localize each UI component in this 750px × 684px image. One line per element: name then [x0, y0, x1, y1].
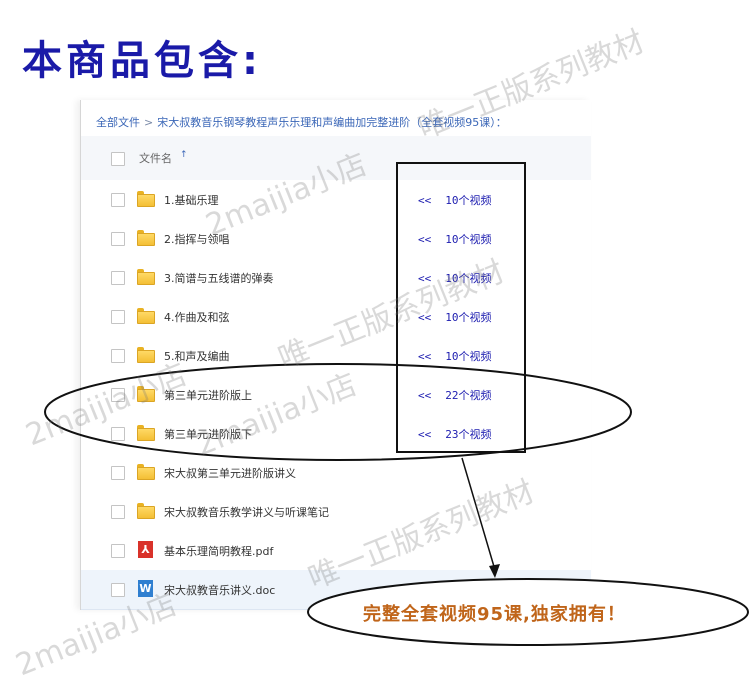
row-checkbox[interactable]: [111, 388, 125, 402]
file-name[interactable]: 宋大叔教音乐讲义.doc: [164, 582, 275, 598]
select-all-checkbox[interactable]: [111, 152, 125, 166]
breadcrumb-current: 宋大叔教音乐钢琴教程声乐乐理和声编曲加完整进阶（全套视频95课）：: [157, 116, 507, 129]
table-row[interactable]: 宋大叔第三单元进阶版讲义: [81, 453, 591, 493]
row-checkbox[interactable]: [111, 583, 125, 597]
folder-icon: [137, 464, 155, 480]
table-row[interactable]: 宋大叔教音乐教学讲义与听课笔记: [81, 492, 591, 532]
breadcrumb: 全部文件 > 宋大叔教音乐钢琴教程声乐乐理和声编曲加完整进阶（全套视频95课）：: [96, 114, 507, 130]
row-checkbox[interactable]: [111, 427, 125, 441]
file-name[interactable]: 2.指挥与领唱: [164, 231, 230, 247]
page-heading: 本商品包含:: [22, 38, 262, 84]
column-header-filename[interactable]: 文件名: [139, 150, 172, 166]
file-name[interactable]: 第三单元进阶版上: [164, 387, 252, 403]
folder-icon: [137, 425, 155, 441]
row-checkbox[interactable]: [111, 232, 125, 246]
pdf-file-icon: ⅄: [138, 541, 153, 558]
row-checkbox[interactable]: [111, 505, 125, 519]
row-checkbox[interactable]: [111, 310, 125, 324]
row-checkbox[interactable]: [111, 349, 125, 363]
row-checkbox[interactable]: [111, 193, 125, 207]
word-file-icon: W: [138, 580, 153, 597]
row-checkbox[interactable]: [111, 544, 125, 558]
sort-ascending-icon[interactable]: ↑: [180, 150, 188, 160]
folder-icon: [137, 269, 155, 285]
file-name[interactable]: 宋大叔第三单元进阶版讲义: [164, 465, 296, 481]
file-name[interactable]: 基本乐理简明教程.pdf: [164, 543, 273, 559]
folder-icon: [137, 386, 155, 402]
video-count-highlight-box: [396, 162, 526, 453]
file-name[interactable]: 4.作曲及和弦: [164, 309, 230, 325]
folder-icon: [137, 308, 155, 324]
folder-icon: [137, 191, 155, 207]
breadcrumb-separator: >: [144, 116, 154, 129]
file-name[interactable]: 3.简谱与五线谱的弹奏: [164, 270, 274, 286]
row-checkbox[interactable]: [111, 466, 125, 480]
file-name[interactable]: 宋大叔教音乐教学讲义与听课笔记: [164, 504, 329, 520]
folder-icon: [137, 347, 155, 363]
file-name[interactable]: 第三单元进阶版下: [164, 426, 252, 442]
table-row[interactable]: ⅄ 基本乐理简明教程.pdf: [81, 531, 591, 571]
folder-icon: [137, 503, 155, 519]
callout-text: 完整全套视频95课,独家拥有！: [363, 604, 626, 625]
file-name[interactable]: 1.基础乐理: [164, 192, 219, 208]
file-name[interactable]: 5.和声及编曲: [164, 348, 230, 364]
folder-icon: [137, 230, 155, 246]
breadcrumb-root-link[interactable]: 全部文件: [96, 116, 140, 129]
row-checkbox[interactable]: [111, 271, 125, 285]
